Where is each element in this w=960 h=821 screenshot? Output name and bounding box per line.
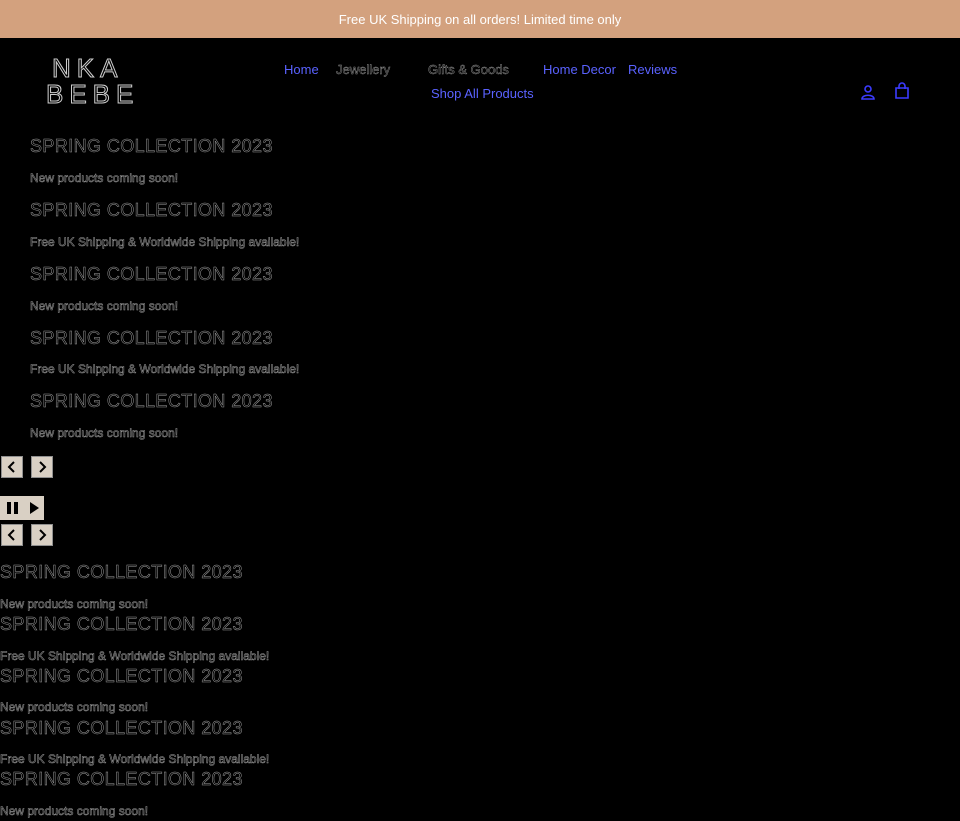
play-icon xyxy=(29,502,39,514)
slide-text: Free UK Shipping & Worldwide Shipping av… xyxy=(0,752,270,767)
nav-home[interactable]: Home xyxy=(284,62,319,77)
slide-heading: SPRING COLLECTION 2023 xyxy=(30,264,273,285)
chevron-right-icon xyxy=(39,461,47,473)
slide-heading: SPRING COLLECTION 2023 xyxy=(0,769,243,790)
slide-text: Free UK Shipping & Worldwide Shipping av… xyxy=(30,235,300,250)
nav-shop-all[interactable]: Shop All Products xyxy=(431,86,534,101)
slide-text: New products coming soon! xyxy=(0,804,149,819)
slide-heading: SPRING COLLECTION 2023 xyxy=(30,391,273,412)
autoplay-toggle-button[interactable] xyxy=(0,496,44,520)
slide-heading: SPRING COLLECTION 2023 xyxy=(0,718,243,739)
nav-gifts-goods[interactable]: Gifts & Goods xyxy=(428,62,509,77)
slide-text: New products coming soon! xyxy=(30,299,179,314)
announcement-bar: Free UK Shipping on all orders! Limited … xyxy=(0,0,960,38)
slide-next-button[interactable] xyxy=(31,524,53,546)
slide-text: New products coming soon! xyxy=(0,700,149,715)
bag-icon[interactable] xyxy=(891,80,913,102)
store-logo[interactable]: NKA BEBE xyxy=(40,52,140,110)
slide-heading: SPRING COLLECTION 2023 xyxy=(30,200,273,221)
slide-prev-button[interactable] xyxy=(1,456,23,478)
slide-prev-button[interactable] xyxy=(1,524,23,546)
nav-jewellery[interactable]: Jewellery xyxy=(336,62,391,77)
slide-heading: SPRING COLLECTION 2023 xyxy=(0,562,243,583)
announcement-text: Free UK Shipping on all orders! Limited … xyxy=(338,11,622,27)
pause-icon xyxy=(6,502,18,514)
chevron-right-icon xyxy=(39,529,47,541)
logo-line-1: NKA xyxy=(51,53,124,83)
slide-heading: SPRING COLLECTION 2023 xyxy=(30,136,273,157)
slide-text: New products coming soon! xyxy=(0,597,149,612)
slide-heading: SPRING COLLECTION 2023 xyxy=(30,328,273,349)
slide-text: Free UK Shipping & Worldwide Shipping av… xyxy=(0,649,270,664)
slide-text: New products coming soon! xyxy=(30,426,179,441)
chevron-left-icon xyxy=(7,461,15,473)
slide-heading: SPRING COLLECTION 2023 xyxy=(0,614,243,635)
slide-text: New products coming soon! xyxy=(30,171,179,186)
slide-heading: SPRING COLLECTION 2023 xyxy=(0,666,243,687)
chevron-left-icon xyxy=(7,529,15,541)
nav-home-decor[interactable]: Home Decor xyxy=(543,62,616,77)
slide-next-button[interactable] xyxy=(31,456,53,478)
slide-text: Free UK Shipping & Worldwide Shipping av… xyxy=(30,362,300,377)
nav-reviews[interactable]: Reviews xyxy=(628,62,677,77)
logo-line-2: BEBE xyxy=(45,79,140,109)
user-icon[interactable] xyxy=(857,81,879,103)
